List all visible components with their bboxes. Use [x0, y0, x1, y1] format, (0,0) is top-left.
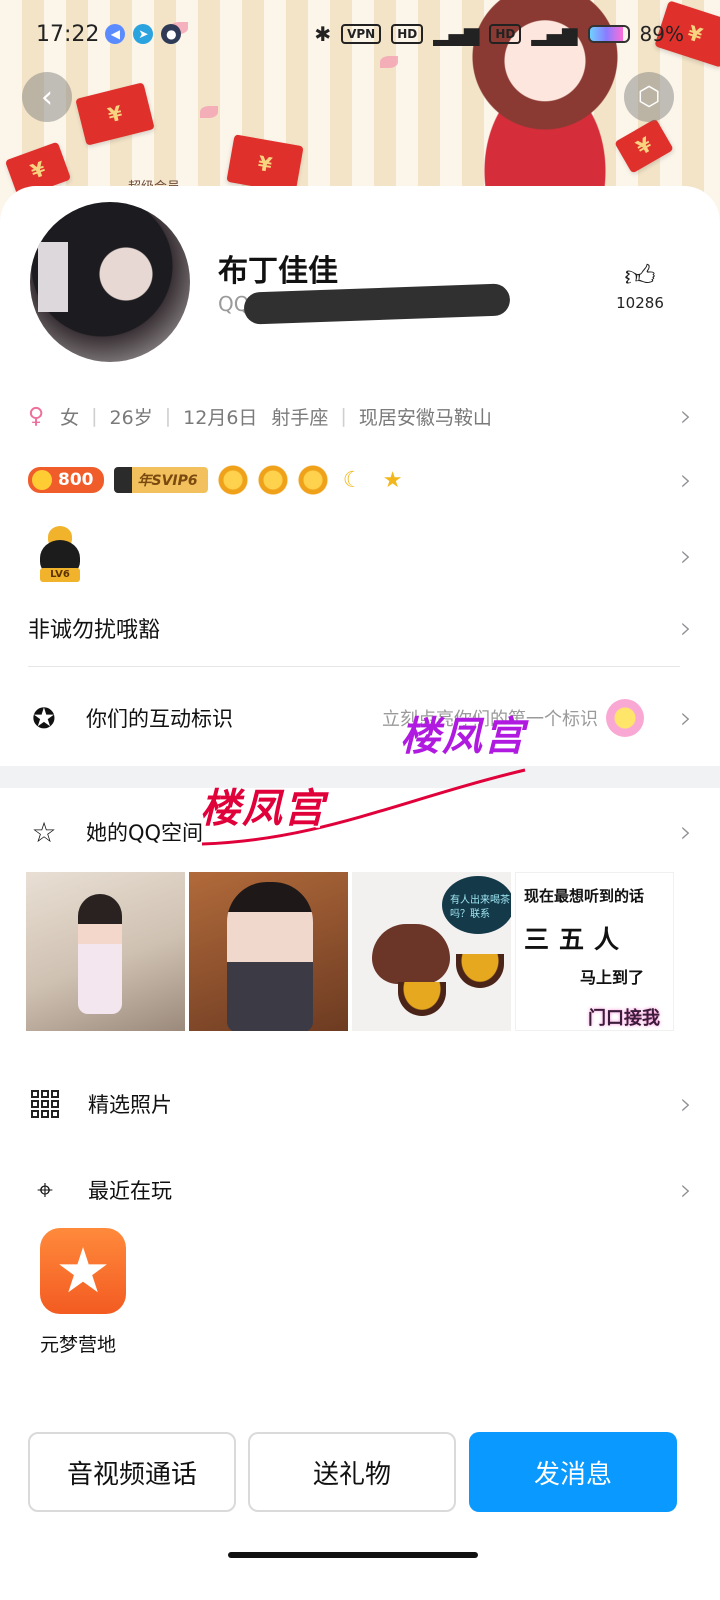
star-icon: ★ — [382, 467, 403, 493]
recent-play-row[interactable]: ⌖ 最近在玩 › — [28, 1168, 692, 1212]
picked-photos-label: 精选照片 — [88, 1093, 172, 1117]
hd-icon: HD — [391, 24, 424, 44]
chevron-right-icon: › — [680, 1086, 692, 1122]
age: 26岁 — [109, 406, 153, 429]
mute-icon: ◀ — [105, 24, 126, 44]
like-button[interactable]: 👍︎ 10286 — [612, 259, 668, 313]
photo-text-line: 现在最想听到的话 — [524, 887, 645, 905]
teacup-image — [398, 982, 446, 1016]
chevron-right-icon: › — [680, 700, 692, 736]
sun-icon — [297, 465, 328, 495]
bluetooth-icon: ✱ — [314, 22, 332, 46]
watermark-text: 楼凤宫 — [200, 786, 326, 832]
qzone-photo[interactable] — [26, 872, 185, 1031]
zodiac: 射手座 — [271, 406, 329, 429]
recent-play-label: 最近在玩 — [88, 1179, 172, 1203]
interaction-label: 你们的互动标识 — [86, 707, 233, 731]
teacup-image — [456, 954, 504, 988]
like-count: 10286 — [616, 294, 664, 312]
game-app-icon[interactable]: ★ — [40, 1228, 126, 1314]
photo-text-line: 三五人 — [524, 925, 630, 954]
signature-row[interactable]: 非诚勿扰哦豁 › — [28, 608, 692, 648]
battery-fill — [589, 27, 624, 41]
video-call-button[interactable]: 音视频通话 — [28, 1432, 236, 1512]
home-indicator[interactable] — [228, 1552, 478, 1558]
badges-row[interactable]: 800 年SVIP6 ☾ ★ › — [28, 458, 692, 502]
sun-icon — [217, 465, 248, 495]
more-options-button[interactable]: ⬡ — [624, 72, 674, 122]
divider — [28, 666, 680, 667]
telegram-icon: ➤ — [133, 24, 154, 44]
chevron-right-icon: › — [680, 462, 692, 498]
coin-badge: 800 — [28, 467, 104, 493]
photo-caption-bubble: 有人出来喝茶吗？联系 — [442, 876, 511, 934]
thumbs-up-icon: 👍︎ — [624, 259, 656, 294]
coin-count: 800 — [58, 470, 94, 490]
vpn-icon: VPN — [341, 24, 382, 44]
location: 现居安徽马鞍山 — [358, 406, 492, 429]
nickname: 布丁佳佳 — [218, 254, 338, 289]
send-gift-button[interactable]: 送礼物 — [248, 1432, 456, 1512]
battery-percent: 89% — [639, 22, 684, 46]
photo-text-line: 马上到了 — [580, 968, 645, 987]
sun-icon — [257, 465, 288, 495]
coin-icon — [32, 470, 52, 490]
petal-decoration — [200, 106, 218, 118]
qzone-star-icon: ☆ — [31, 815, 57, 849]
separator: | — [91, 405, 98, 427]
red-envelope-decoration — [226, 134, 304, 194]
picked-photos-row[interactable]: 精选照片 › — [28, 1082, 692, 1126]
interaction-badge-row[interactable]: ✪ 你们的互动标识 立刻点亮你们的第一个标识 › — [28, 696, 692, 740]
watermark-text: 楼凤宫 — [400, 714, 526, 760]
battery-icon — [587, 25, 630, 43]
avatar[interactable] — [30, 202, 190, 362]
separator: | — [340, 405, 347, 427]
svip-badge: 年SVIP6 — [113, 467, 208, 493]
basic-info-row[interactable]: ♀ 女 | 26岁 | 12月6日 射手座 | 现居安徽马鞍山 › — [28, 396, 692, 436]
qzone-label: 她的QQ空间 — [86, 821, 204, 845]
qzone-photo[interactable]: 现在最想听到的话 三五人 马上到了 门口接我 — [515, 872, 674, 1031]
chevron-left-icon: ‹ — [41, 79, 53, 115]
moon-icon: ☾ — [342, 467, 363, 493]
star-icon: ★ — [55, 1234, 111, 1307]
level-row[interactable]: › — [28, 536, 692, 576]
photo-text-line: 门口接我 — [588, 1008, 660, 1029]
back-button[interactable]: ‹ — [22, 72, 72, 122]
chevron-right-icon: › — [680, 538, 692, 574]
red-envelope-decoration — [75, 82, 155, 146]
send-message-button[interactable]: 发消息 — [469, 1432, 677, 1512]
badge-star-icon: ✪ — [32, 701, 56, 735]
flower-icon — [606, 699, 644, 737]
hexagon-menu-icon: ⬡ — [637, 82, 661, 112]
qzone-photo[interactable]: 有人出来喝茶吗？联系 — [352, 872, 511, 1031]
qzone-photo-strip: 有人出来喝茶吗？联系 现在最想听到的话 三五人 马上到了 门口接我 — [26, 872, 674, 1031]
status-bar: 17:22 ◀ ➤ ● ✱ VPN HD ▂▄▆ HD ▂▄▆ 89% — [0, 14, 720, 54]
chevron-right-icon: › — [680, 814, 692, 850]
chevron-right-icon: › — [680, 610, 692, 646]
petal-decoration — [380, 56, 398, 68]
chevron-right-icon: › — [680, 1172, 692, 1208]
birthday: 12月6日 — [183, 406, 258, 429]
qzone-photo[interactable] — [189, 872, 348, 1031]
game-name: 元梦营地 — [40, 1334, 117, 1356]
signal-icon: ▂▄▆ — [531, 22, 578, 46]
app-notification-icon: ● — [161, 24, 182, 44]
chevron-right-icon: › — [680, 398, 692, 434]
gamepad-pin-icon: ⌖ — [37, 1173, 53, 1206]
avatar-background — [38, 242, 68, 312]
separator: | — [164, 405, 172, 427]
signal-icon: ▂▄▆ — [433, 22, 480, 46]
teapot-image — [372, 924, 450, 984]
grid-icon — [28, 1087, 62, 1121]
signature-text: 非诚勿扰哦豁 — [28, 618, 161, 643]
status-time: 17:22 — [36, 21, 100, 47]
hd-icon: HD — [489, 24, 522, 44]
female-icon: ♀ — [28, 403, 45, 429]
gender: 女 — [60, 406, 80, 429]
